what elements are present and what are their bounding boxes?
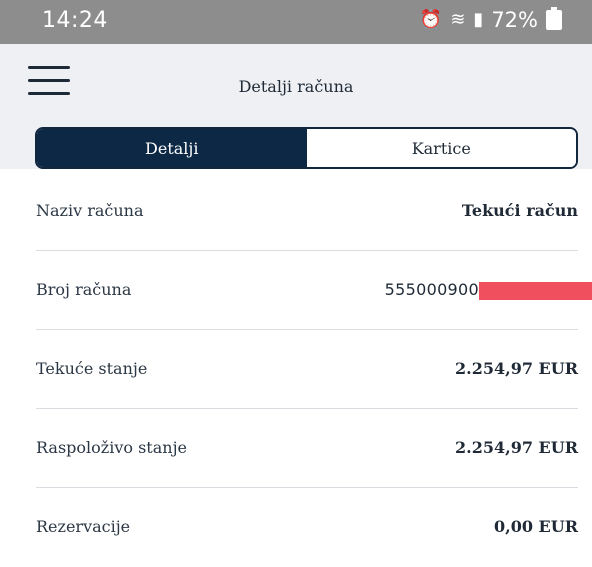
wifi-icon: ≋ [450,9,466,30]
reservations-value: 0,00 EUR [494,517,578,536]
current-balance-label: Tekuće stanje [36,359,148,378]
tab-detalji[interactable]: Detalji [37,129,307,167]
account-number-value: 555000900 [384,280,479,299]
available-balance-label: Raspoloživo stanje [36,438,188,457]
tab-switcher: Detalji Kartice [35,127,578,169]
redaction-bar [479,282,592,300]
status-bar: 14:24 ⏰ ≋ ▮ 72% [0,0,592,44]
status-icons: ⏰ ≋ ▮ 72% [419,7,562,32]
current-balance-value: 2.254,97 EUR [455,359,578,378]
detail-row-current-balance: Tekuće stanje 2.254,97 EUR [0,330,592,409]
reservations-label: Rezervacije [36,517,131,536]
app-header: Detalji računa Detalji Kartice [0,44,592,169]
account-number-label: Broj računa [36,280,132,299]
tab-kartice[interactable]: Kartice [306,129,576,167]
available-balance-value: 2.254,97 EUR [455,438,578,457]
alarm-icon: ⏰ [419,9,443,30]
detail-row-reservations: Rezervacije 0,00 EUR [0,488,592,567]
page-title: Detalji računa [238,77,354,96]
battery-percentage: 72% [491,8,538,32]
signal-icon: ▮ [473,9,484,30]
detail-row-account-name: Naziv računa Tekući račun [0,172,592,251]
account-details-list: Naziv računa Tekući račun Broj računa 55… [0,172,592,567]
battery-icon [546,7,562,30]
status-time: 14:24 [42,8,108,33]
account-name-value: Tekući račun [461,201,578,220]
detail-row-available-balance: Raspoloživo stanje 2.254,97 EUR [0,409,592,488]
account-name-label: Naziv računa [36,201,144,220]
